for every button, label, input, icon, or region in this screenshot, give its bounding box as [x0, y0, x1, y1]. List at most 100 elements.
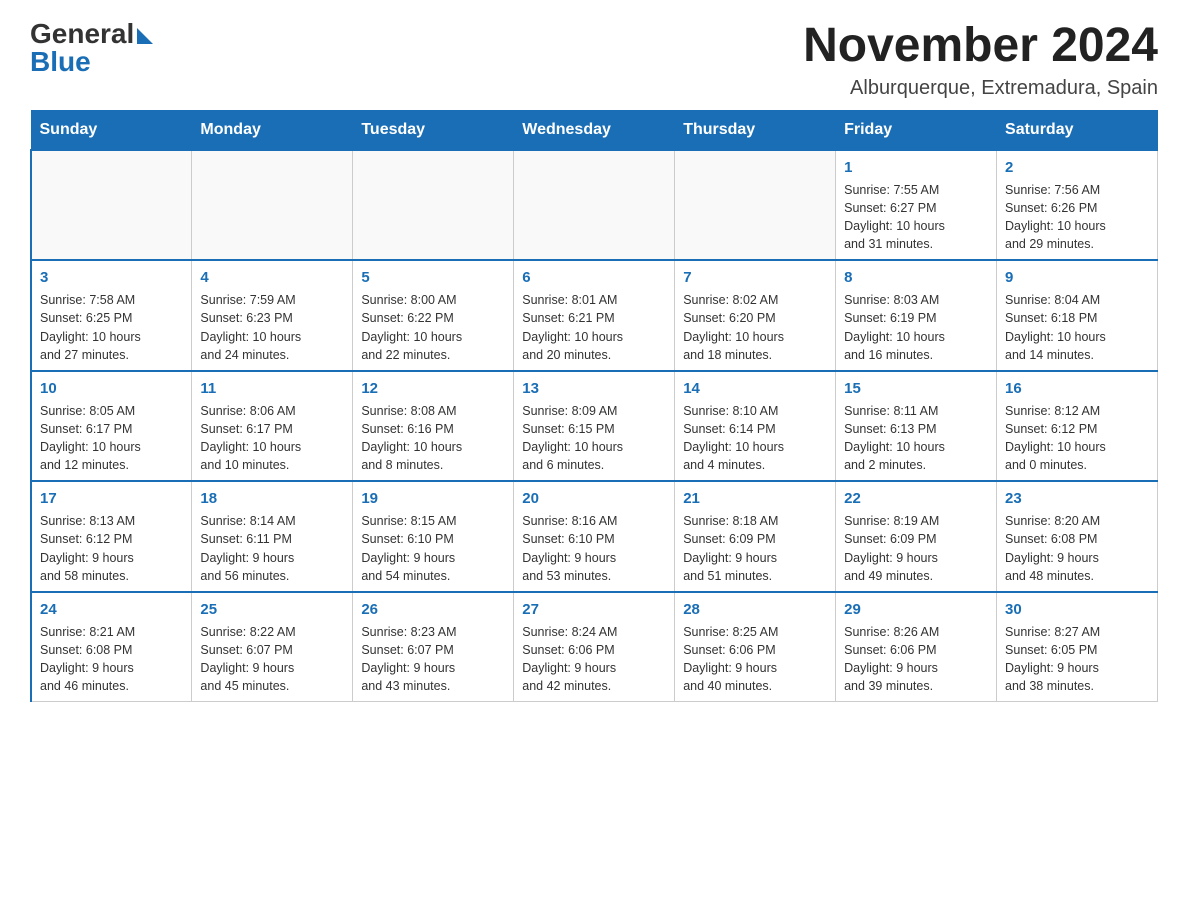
calendar-cell: 17 Sunrise: 8:13 AM Sunset: 6:12 PM Dayli… — [31, 481, 192, 592]
day-number: 2 — [1005, 157, 1149, 178]
calendar-cell: 27 Sunrise: 8:24 AM Sunset: 6:06 PM Dayli… — [514, 592, 675, 702]
weekday-header-monday: Monday — [192, 110, 353, 150]
day-number: 6 — [522, 267, 666, 288]
day-info: Sunrise: 8:02 AM Sunset: 6:20 PM Dayligh… — [683, 291, 827, 364]
calendar-cell: 1 Sunrise: 7:55 AM Sunset: 6:27 PM Daylig… — [836, 150, 997, 261]
page-header: General Blue November 2024 Alburquerque,… — [30, 20, 1158, 100]
calendar-cell — [192, 150, 353, 261]
day-info: Sunrise: 8:26 AM Sunset: 6:06 PM Dayligh… — [844, 623, 988, 696]
day-info: Sunrise: 8:10 AM Sunset: 6:14 PM Dayligh… — [683, 402, 827, 475]
calendar-cell: 13 Sunrise: 8:09 AM Sunset: 6:15 PM Dayli… — [514, 371, 675, 482]
day-number: 25 — [200, 599, 344, 620]
day-number: 27 — [522, 599, 666, 620]
day-number: 29 — [844, 599, 988, 620]
calendar-cell: 8Sunrise: 8:03 AM Sunset: 6:19 PM Daylig… — [836, 260, 997, 371]
weekday-header-wednesday: Wednesday — [514, 110, 675, 150]
day-number: 3 — [40, 267, 183, 288]
weekday-header-thursday: Thursday — [675, 110, 836, 150]
day-info: Sunrise: 8:20 AM Sunset: 6:08 PM Dayligh… — [1005, 512, 1149, 585]
day-info: Sunrise: 8:21 AM Sunset: 6:08 PM Dayligh… — [40, 623, 183, 696]
day-info: Sunrise: 8:25 AM Sunset: 6:06 PM Dayligh… — [683, 623, 827, 696]
day-info: Sunrise: 8:24 AM Sunset: 6:06 PM Dayligh… — [522, 623, 666, 696]
calendar-cell: 4 Sunrise: 7:59 AM Sunset: 6:23 PM Daylig… — [192, 260, 353, 371]
calendar-cell: 15 Sunrise: 8:11 AM Sunset: 6:13 PM Dayli… — [836, 371, 997, 482]
day-info: Sunrise: 8:14 AM Sunset: 6:11 PM Dayligh… — [200, 512, 344, 585]
calendar-cell: 14Sunrise: 8:10 AM Sunset: 6:14 PM Dayli… — [675, 371, 836, 482]
calendar-cell: 20Sunrise: 8:16 AM Sunset: 6:10 PM Dayli… — [514, 481, 675, 592]
calendar-week-row: 24 Sunrise: 8:21 AM Sunset: 6:08 PM Dayli… — [31, 592, 1158, 702]
day-number: 8 — [844, 267, 988, 288]
calendar-week-row: 1 Sunrise: 7:55 AM Sunset: 6:27 PM Daylig… — [31, 150, 1158, 261]
day-info: Sunrise: 8:00 AM Sunset: 6:22 PM Dayligh… — [361, 291, 505, 364]
calendar-cell: 24 Sunrise: 8:21 AM Sunset: 6:08 PM Dayli… — [31, 592, 192, 702]
day-info: Sunrise: 7:59 AM Sunset: 6:23 PM Dayligh… — [200, 291, 344, 364]
day-number: 17 — [40, 488, 183, 509]
day-info: Sunrise: 8:04 AM Sunset: 6:18 PM Dayligh… — [1005, 291, 1149, 364]
day-number: 28 — [683, 599, 827, 620]
calendar-cell: 19 Sunrise: 8:15 AM Sunset: 6:10 PM Dayli… — [353, 481, 514, 592]
calendar-cell: 3 Sunrise: 7:58 AM Sunset: 6:25 PM Daylig… — [31, 260, 192, 371]
day-info: Sunrise: 8:16 AM Sunset: 6:10 PM Dayligh… — [522, 512, 666, 585]
day-number: 1 — [844, 157, 988, 178]
calendar-cell: 22 Sunrise: 8:19 AM Sunset: 6:09 PM Dayli… — [836, 481, 997, 592]
calendar-cell: 16 Sunrise: 8:12 AM Sunset: 6:12 PM Dayli… — [997, 371, 1158, 482]
calendar-header-row: SundayMondayTuesdayWednesdayThursdayFrid… — [31, 110, 1158, 150]
day-info: Sunrise: 7:56 AM Sunset: 6:26 PM Dayligh… — [1005, 181, 1149, 254]
day-number: 30 — [1005, 599, 1149, 620]
logo-blue-text: Blue — [30, 48, 91, 76]
calendar-week-row: 17 Sunrise: 8:13 AM Sunset: 6:12 PM Dayli… — [31, 481, 1158, 592]
calendar-cell — [514, 150, 675, 261]
day-number: 26 — [361, 599, 505, 620]
day-info: Sunrise: 8:06 AM Sunset: 6:17 PM Dayligh… — [200, 402, 344, 475]
day-info: Sunrise: 8:23 AM Sunset: 6:07 PM Dayligh… — [361, 623, 505, 696]
day-info: Sunrise: 8:05 AM Sunset: 6:17 PM Dayligh… — [40, 402, 183, 475]
day-info: Sunrise: 8:19 AM Sunset: 6:09 PM Dayligh… — [844, 512, 988, 585]
day-number: 7 — [683, 267, 827, 288]
day-info: Sunrise: 8:27 AM Sunset: 6:05 PM Dayligh… — [1005, 623, 1149, 696]
day-number: 4 — [200, 267, 344, 288]
day-number: 21 — [683, 488, 827, 509]
calendar-cell: 12Sunrise: 8:08 AM Sunset: 6:16 PM Dayli… — [353, 371, 514, 482]
day-number: 13 — [522, 378, 666, 399]
weekday-header-friday: Friday — [836, 110, 997, 150]
day-number: 22 — [844, 488, 988, 509]
day-info: Sunrise: 8:11 AM Sunset: 6:13 PM Dayligh… — [844, 402, 988, 475]
day-info: Sunrise: 8:01 AM Sunset: 6:21 PM Dayligh… — [522, 291, 666, 364]
calendar-cell: 21 Sunrise: 8:18 AM Sunset: 6:09 PM Dayli… — [675, 481, 836, 592]
day-number: 18 — [200, 488, 344, 509]
day-number: 16 — [1005, 378, 1149, 399]
calendar-cell: 28 Sunrise: 8:25 AM Sunset: 6:06 PM Dayli… — [675, 592, 836, 702]
calendar-cell: 2 Sunrise: 7:56 AM Sunset: 6:26 PM Daylig… — [997, 150, 1158, 261]
day-info: Sunrise: 8:22 AM Sunset: 6:07 PM Dayligh… — [200, 623, 344, 696]
day-info: Sunrise: 7:58 AM Sunset: 6:25 PM Dayligh… — [40, 291, 183, 364]
calendar-cell: 30 Sunrise: 8:27 AM Sunset: 6:05 PM Dayli… — [997, 592, 1158, 702]
calendar-week-row: 10 Sunrise: 8:05 AM Sunset: 6:17 PM Dayli… — [31, 371, 1158, 482]
logo: General Blue — [30, 20, 153, 76]
main-title: November 2024 — [803, 20, 1158, 73]
calendar-cell — [353, 150, 514, 261]
day-number: 12 — [361, 378, 505, 399]
day-number: 10 — [40, 378, 183, 399]
location-subtitle: Alburquerque, Extremadura, Spain — [803, 77, 1158, 100]
calendar-week-row: 3 Sunrise: 7:58 AM Sunset: 6:25 PM Daylig… — [31, 260, 1158, 371]
day-number: 23 — [1005, 488, 1149, 509]
calendar-cell: 29 Sunrise: 8:26 AM Sunset: 6:06 PM Dayli… — [836, 592, 997, 702]
day-number: 11 — [200, 378, 344, 399]
day-number: 24 — [40, 599, 183, 620]
weekday-header-sunday: Sunday — [31, 110, 192, 150]
day-info: Sunrise: 7:55 AM Sunset: 6:27 PM Dayligh… — [844, 181, 988, 254]
day-info: Sunrise: 8:09 AM Sunset: 6:15 PM Dayligh… — [522, 402, 666, 475]
calendar-table: SundayMondayTuesdayWednesdayThursdayFrid… — [30, 110, 1158, 703]
day-number: 5 — [361, 267, 505, 288]
day-info: Sunrise: 8:15 AM Sunset: 6:10 PM Dayligh… — [361, 512, 505, 585]
calendar-cell — [675, 150, 836, 261]
day-number: 9 — [1005, 267, 1149, 288]
day-number: 15 — [844, 378, 988, 399]
day-info: Sunrise: 8:13 AM Sunset: 6:12 PM Dayligh… — [40, 512, 183, 585]
day-info: Sunrise: 8:12 AM Sunset: 6:12 PM Dayligh… — [1005, 402, 1149, 475]
calendar-cell: 23 Sunrise: 8:20 AM Sunset: 6:08 PM Dayli… — [997, 481, 1158, 592]
calendar-cell: 5 Sunrise: 8:00 AM Sunset: 6:22 PM Daylig… — [353, 260, 514, 371]
calendar-cell: 10 Sunrise: 8:05 AM Sunset: 6:17 PM Dayli… — [31, 371, 192, 482]
day-number: 19 — [361, 488, 505, 509]
day-info: Sunrise: 8:18 AM Sunset: 6:09 PM Dayligh… — [683, 512, 827, 585]
